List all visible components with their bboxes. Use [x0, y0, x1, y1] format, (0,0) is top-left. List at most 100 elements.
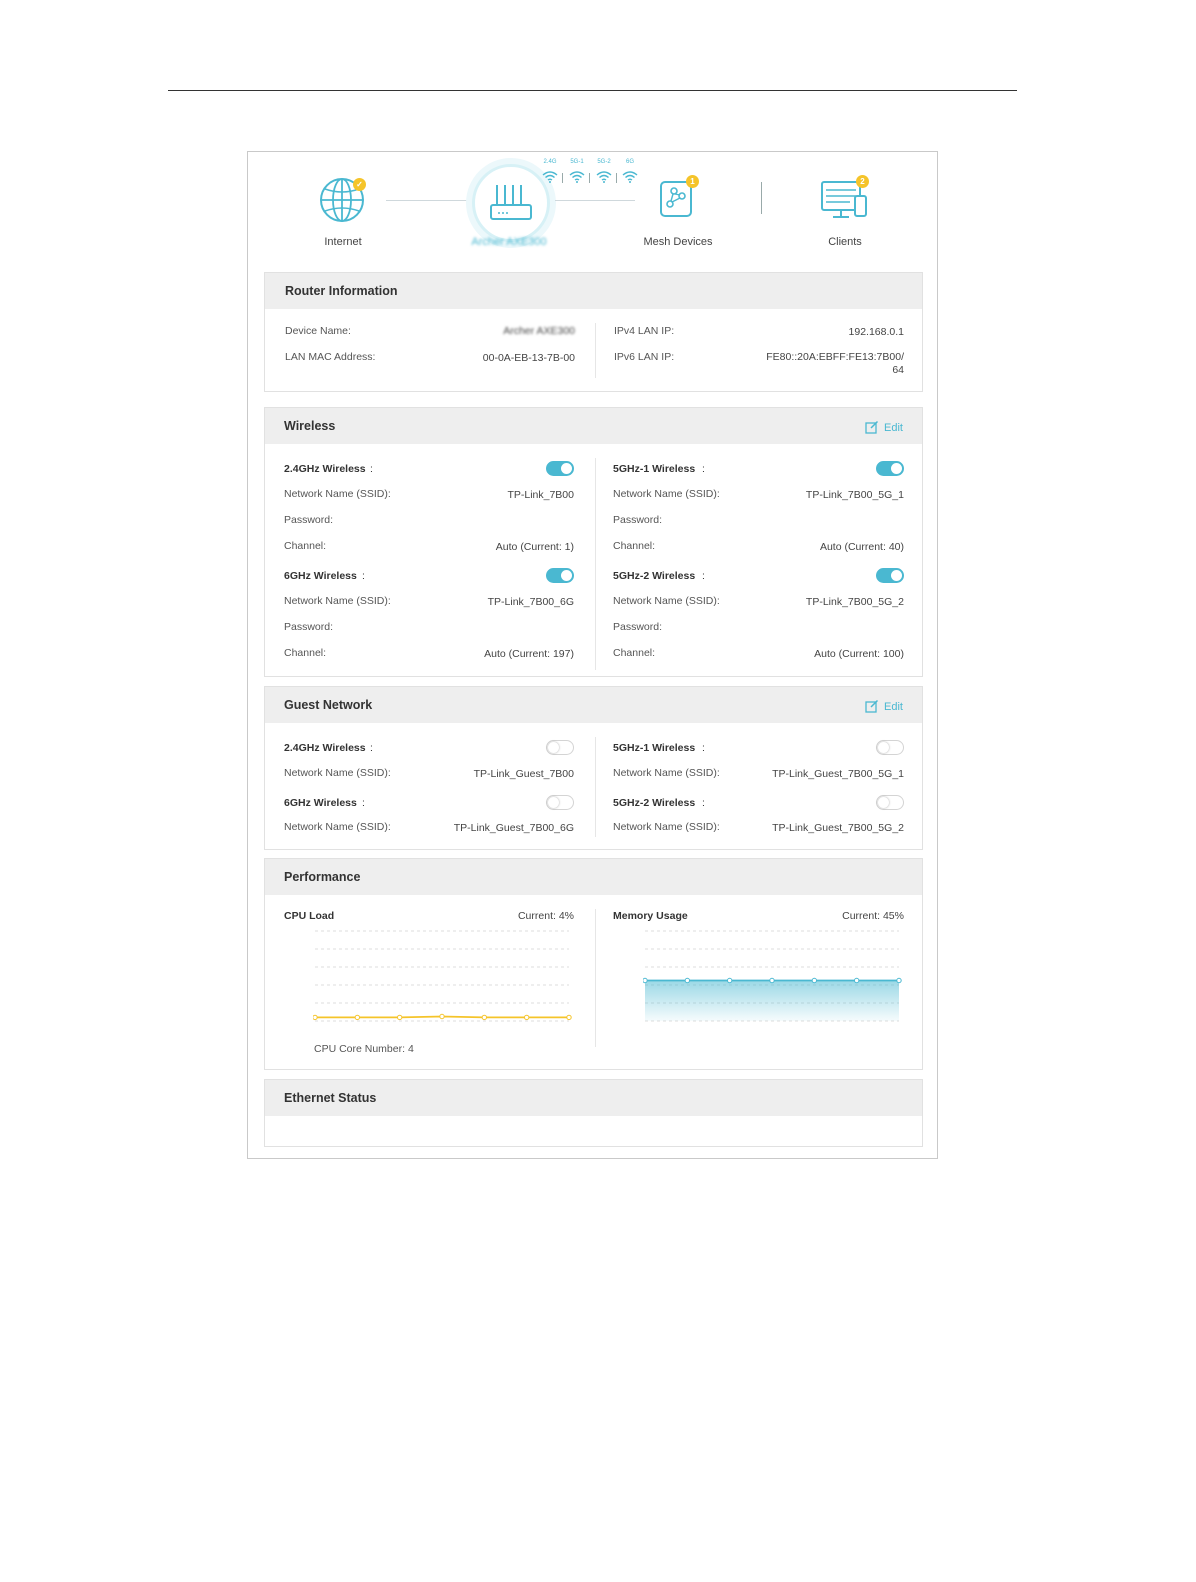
chart-point — [523, 1014, 530, 1021]
band-6g-ssid: TP-Link_7B00_6G — [487, 596, 574, 608]
chart-point — [726, 977, 733, 984]
channel-label: Channel: — [613, 540, 656, 552]
performance-panel: Performance CPU Load Current: 4% CPU Cor… — [264, 858, 923, 1070]
band-label-24g: 2.4G — [543, 159, 557, 165]
chart-point — [811, 977, 818, 984]
clients-node[interactable]: 2 — [820, 175, 870, 222]
chart-point — [853, 977, 860, 984]
router-node[interactable] — [472, 164, 550, 242]
password-label: Password: — [284, 621, 334, 633]
lan-mac-value: 00-0A-EB-13-7B-00 — [482, 352, 575, 364]
band-5g1-toggle[interactable] — [876, 461, 904, 476]
ssid-label: Network Name (SSID): — [613, 595, 720, 607]
channel-label: Channel: — [613, 647, 656, 659]
chart-point — [354, 1014, 361, 1021]
mesh-devices-label: Mesh Devices — [643, 236, 713, 248]
ipv6-value-line2: 64 — [892, 364, 904, 376]
cpu-core-number: CPU Core Number: 4 — [314, 1043, 414, 1055]
colon: : — [370, 742, 373, 754]
guest-5g1-toggle[interactable] — [876, 740, 904, 755]
cpu-load-label: CPU Load — [284, 910, 335, 922]
guest-24g-title: 2.4GHz Wireless — [284, 742, 366, 754]
lan-mac-label: LAN MAC Address: — [285, 351, 376, 363]
band-24g-toggle[interactable] — [546, 461, 574, 476]
clients-count-badge: 2 — [856, 175, 869, 188]
internet-label: Internet — [324, 236, 362, 248]
guest-6g-title: 6GHz Wireless — [284, 797, 357, 809]
internet-router-line — [386, 200, 468, 201]
memory-usage-label: Memory Usage — [613, 910, 688, 922]
band-6g-title: 6GHz Wireless — [284, 570, 357, 582]
guest-5g1-ssid: TP-Link_Guest_7B00_5G_1 — [772, 768, 904, 780]
panel-title: Router Information — [285, 284, 398, 298]
column-divider — [595, 323, 596, 378]
router-icon — [490, 185, 532, 220]
guest-24g-toggle[interactable] — [546, 740, 574, 755]
clients-label: Clients — [828, 236, 862, 248]
guest-5g2-title: 5GHz-2 Wireless — [613, 797, 696, 809]
chart-point — [684, 977, 691, 984]
panel-header: Ethernet Status — [265, 1080, 922, 1116]
memory-current-value: Current: 45% — [842, 910, 904, 922]
band-24g-ssid: TP-Link_7B00 — [507, 489, 574, 501]
band-label-5g1: 5G-1 — [570, 159, 584, 165]
guest-5g2-toggle[interactable] — [876, 795, 904, 810]
column-divider — [595, 737, 596, 837]
guest-edit-button[interactable]: Edit — [865, 699, 903, 713]
colon: : — [362, 797, 365, 809]
chart-point — [896, 977, 902, 984]
panel-header: Guest Network Edit — [265, 687, 922, 723]
device-name-label: Device Name: — [285, 325, 351, 337]
guest-6g-toggle[interactable] — [546, 795, 574, 810]
ssid-label: Network Name (SSID): — [613, 488, 720, 500]
edit-icon — [865, 420, 879, 434]
ipv6-value-line1: FE80::20A:EBFF:FE13:7B00/ — [766, 351, 904, 363]
password-label: Password: — [613, 514, 663, 526]
router-mesh-line — [555, 200, 635, 201]
internet-node[interactable]: ✓ — [318, 176, 370, 228]
chart-point — [566, 1014, 572, 1021]
mesh-count-badge: 1 — [686, 175, 699, 188]
ssid-label: Network Name (SSID): — [613, 821, 720, 833]
band-5g1-ssid: TP-Link_7B00_5G_1 — [805, 489, 904, 501]
device-name-value: Archer AXE300 — [503, 325, 575, 337]
memory-usage-chart — [643, 930, 902, 1022]
band-separator — [562, 173, 563, 183]
band-6g-channel: Auto (Current: 197) — [484, 648, 574, 660]
colon: : — [702, 463, 705, 475]
guest-network-panel: Guest Network Edit 2.4GHz Wireless : Net… — [264, 686, 923, 850]
band-24g-channel: Auto (Current: 1) — [495, 541, 574, 553]
ssid-label: Network Name (SSID): — [284, 767, 391, 779]
colon: : — [702, 742, 705, 754]
panel-header: Wireless Edit — [265, 408, 922, 444]
channel-label: Channel: — [284, 540, 327, 552]
panel-header: Router Information — [265, 273, 922, 309]
chart-point — [481, 1014, 488, 1021]
mesh-devices-node[interactable]: 1 — [658, 175, 699, 222]
edit-icon — [865, 699, 879, 713]
band-5g2-toggle[interactable] — [876, 568, 904, 583]
chart-area — [645, 980, 899, 1021]
panel-header: Performance — [265, 859, 922, 895]
guest-24g-ssid: TP-Link_Guest_7B00 — [473, 768, 574, 780]
edit-label: Edit — [884, 701, 903, 713]
edit-label: Edit — [884, 422, 903, 434]
cpu-current-value: Current: 4% — [517, 910, 574, 922]
band-6g-toggle[interactable] — [546, 568, 574, 583]
wifi-icon — [542, 171, 558, 183]
colon: : — [362, 570, 365, 582]
ipv6-label: IPv6 LAN IP: — [614, 351, 675, 363]
band-5g2-title: 5GHz-2 Wireless — [613, 570, 696, 582]
chart-point — [643, 977, 648, 984]
colon: : — [702, 797, 705, 809]
channel-label: Channel: — [284, 647, 327, 659]
internet-ok-badge-icon: ✓ — [353, 178, 366, 191]
ethernet-status-panel: Ethernet Status — [264, 1079, 923, 1147]
chart-point — [313, 1014, 318, 1021]
wireless-edit-button[interactable]: Edit — [865, 420, 903, 434]
page-top-rule — [168, 90, 1017, 91]
password-label: Password: — [613, 621, 663, 633]
router-label: Archer AXE300 — [471, 236, 547, 248]
ipv4-label: IPv4 LAN IP: — [614, 325, 675, 337]
panel-title: Performance — [284, 870, 361, 884]
